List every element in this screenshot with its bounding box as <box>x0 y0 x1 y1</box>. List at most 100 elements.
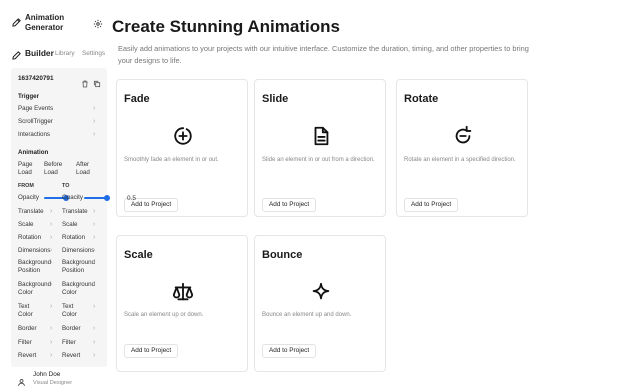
chevron-right-icon: › <box>93 221 96 228</box>
property-to-item[interactable]: Text Color <box>62 303 77 319</box>
opacity-from-slider[interactable] <box>44 197 64 199</box>
property-from-item[interactable]: Rotation <box>18 234 41 242</box>
property-to-item[interactable]: Background Position <box>62 259 95 275</box>
load-option-after-load[interactable]: After Load <box>76 161 90 177</box>
card-description: Bounce an element up and down. <box>262 312 352 318</box>
rotate-icon <box>452 125 474 147</box>
add-to-project-button[interactable]: Add to Project <box>124 344 179 358</box>
property-to-item[interactable]: Border <box>62 325 81 333</box>
app-title-line2: Generator <box>25 23 64 32</box>
property-from-item[interactable]: Translate <box>18 208 44 216</box>
property-from-item[interactable]: Revert <box>18 352 36 360</box>
copy-icon[interactable] <box>93 75 101 88</box>
chevron-right-icon: › <box>93 339 96 346</box>
property-label: Revert <box>18 352 37 359</box>
gear-icon[interactable] <box>93 16 103 29</box>
property-from-item[interactable]: Scale <box>18 221 33 229</box>
nav-builder[interactable]: Builder <box>25 48 54 58</box>
property-to-item[interactable]: Translate <box>62 208 88 216</box>
page-description: Easily add animations to your projects w… <box>118 44 529 65</box>
app-title-line1: Animation <box>25 13 65 22</box>
animation-id: 1637420791 <box>18 75 54 82</box>
card-description: Slide an element in or out from a direct… <box>262 157 375 163</box>
chevron-right-icon: › <box>93 352 96 359</box>
chevron-right-icon: › <box>50 281 53 288</box>
scale-icon <box>172 281 194 303</box>
load-option-line: Load <box>76 169 90 176</box>
user-icon <box>17 374 26 386</box>
animation-panel: 1637420791 Trigger Page Events › ScrollT… <box>11 68 110 367</box>
nav-library[interactable]: Library <box>55 50 75 57</box>
property-label: Background <box>18 259 52 266</box>
property-to-item[interactable]: Background Color <box>62 281 95 297</box>
property-label: Dimensions <box>18 247 51 254</box>
nav-settings[interactable]: Settings <box>82 50 105 57</box>
plus-circle-icon <box>172 125 194 147</box>
card-description: Smoothly fade an element in or out. <box>124 157 219 163</box>
app-title: Animation Generator <box>25 13 64 33</box>
animation-heading: Animation <box>18 149 49 156</box>
load-option-line: Load <box>18 169 32 176</box>
property-label: Rotation <box>62 234 86 241</box>
property-label: Text <box>18 303 30 310</box>
sidebar: Animation Generator Builder Library Sett… <box>0 0 110 389</box>
property-label: Scale <box>62 221 78 228</box>
property-label: Color <box>18 311 33 318</box>
property-to-item[interactable]: Dimensions <box>62 247 94 255</box>
property-from-item[interactable]: Text Color <box>18 303 33 319</box>
property-to-item[interactable]: Scale <box>62 221 77 229</box>
property-label: Border <box>62 325 81 332</box>
trigger-item-scrolltrigger[interactable]: ScrollTrigger <box>18 118 53 126</box>
chevron-right-icon: › <box>50 303 53 310</box>
card-title: Scale <box>124 249 153 261</box>
property-to-item[interactable]: Revert <box>62 352 80 360</box>
property-label: Filter <box>18 339 32 346</box>
load-option-page-load[interactable]: Page Load <box>18 161 32 177</box>
card-title: Fade <box>124 93 150 105</box>
trigger-item-interactions[interactable]: Interactions <box>18 131 50 139</box>
property-from-item[interactable]: Dimensions <box>18 247 50 255</box>
chevron-right-icon: › <box>50 325 53 332</box>
property-label: Background <box>62 259 96 266</box>
card-title: Slide <box>262 93 289 105</box>
animation-card-scale: Scale Scale an element up or down. Add t… <box>116 235 248 372</box>
property-to-item[interactable]: Filter <box>62 339 76 347</box>
chevron-right-icon: › <box>50 352 53 359</box>
add-to-project-button[interactable]: Add to Project <box>262 198 317 212</box>
property-from-item[interactable]: Background Color <box>18 281 51 297</box>
add-to-project-button[interactable]: Add to Project <box>262 344 317 358</box>
load-option-line: Before <box>44 161 63 168</box>
property-from-item[interactable]: Border <box>18 325 37 333</box>
opacity-to-label: Opacity <box>62 194 83 201</box>
chevron-right-icon: › <box>93 105 96 112</box>
trash-icon[interactable] <box>81 75 89 88</box>
card-description: Scale an element up or down. <box>124 312 204 318</box>
user-role: Visual Designer <box>33 380 73 386</box>
property-from-item[interactable]: Background Position <box>18 259 51 275</box>
property-label: Color <box>62 311 77 318</box>
chevron-right-icon: › <box>50 221 53 228</box>
property-label: Dimensions <box>62 247 95 254</box>
chevron-right-icon: › <box>93 208 96 215</box>
animation-card-slide: Slide Slide an element in or out from a … <box>254 79 386 217</box>
load-option-before-load[interactable]: Before Load <box>44 161 62 177</box>
chevron-right-icon: › <box>93 325 96 332</box>
chevron-right-icon: › <box>93 281 96 288</box>
trigger-item-page-events[interactable]: Page Events <box>18 105 53 113</box>
load-option-line: Page <box>18 161 33 168</box>
pencil-icon <box>11 15 22 27</box>
property-label: Border <box>18 325 37 332</box>
add-to-project-button[interactable]: Add to Project <box>404 198 459 212</box>
chevron-right-icon: › <box>50 259 53 266</box>
opacity-from-label: Opacity <box>18 194 39 201</box>
property-label: Position <box>18 267 41 274</box>
chevron-right-icon: › <box>93 234 96 241</box>
opacity-to-thumb[interactable] <box>104 195 110 201</box>
property-label: Color <box>18 289 33 296</box>
property-from-item[interactable]: Filter <box>18 339 32 347</box>
property-to-item[interactable]: Rotation <box>62 234 85 242</box>
property-label: Translate <box>18 208 44 215</box>
animation-card-bounce: Bounce Bounce an element up and down. Ad… <box>254 235 386 372</box>
chevron-right-icon: › <box>50 208 53 215</box>
card-description: Rotate an element in a specified directi… <box>404 157 516 163</box>
